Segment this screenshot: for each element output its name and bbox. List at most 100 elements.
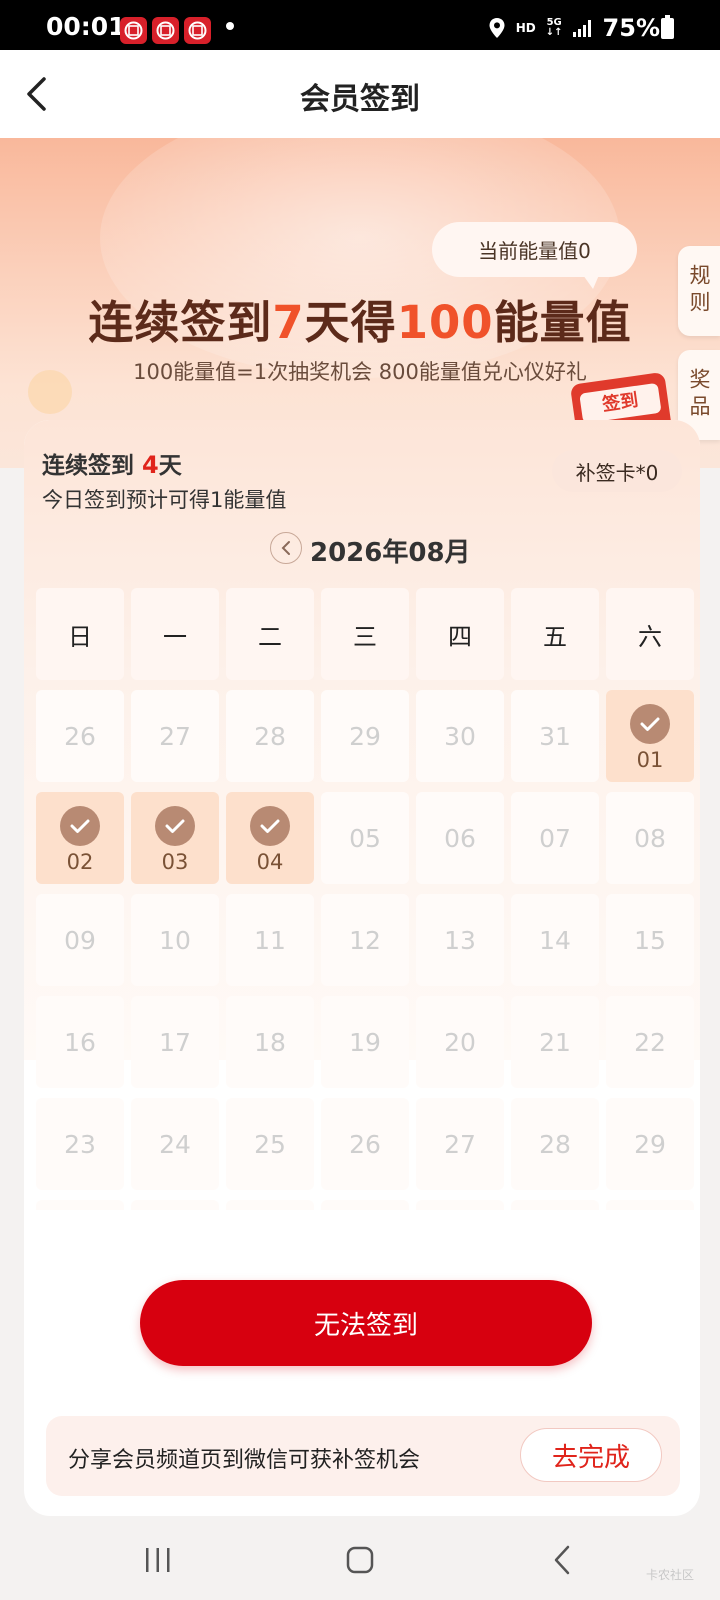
go-complete-button[interactable]: 去完成 <box>520 1428 662 1482</box>
day-number: 12 <box>349 925 381 955</box>
home-button[interactable] <box>330 1540 390 1580</box>
calendar-day[interactable]: 15 <box>606 894 694 986</box>
calendar-day-checked[interactable]: 03 <box>131 792 219 884</box>
calendar-day-checked[interactable]: 01 <box>606 690 694 782</box>
day-number: 11 <box>254 925 286 955</box>
weekday-header: 五 <box>511 588 599 680</box>
watermark: 卡农社区 <box>645 1568 694 1582</box>
calendar-day[interactable]: 07 <box>511 792 599 884</box>
signin-button[interactable]: 无法签到 <box>140 1280 592 1366</box>
day-number: 26 <box>349 1129 381 1159</box>
day-number: 25 <box>254 1129 286 1159</box>
calendar-day[interactable]: 29 <box>321 690 409 782</box>
day-number: 28 <box>539 1129 571 1159</box>
calendar-day[interactable]: 10 <box>131 894 219 986</box>
calendar-day[interactable]: 31 <box>511 690 599 782</box>
task-description: 分享会员频道页到微信可获补签机会 <box>68 1448 421 1473</box>
notification-icons <box>120 17 211 44</box>
calendar-day[interactable]: 17 <box>131 996 219 1088</box>
rules-tab[interactable]: 规则 <box>678 246 720 336</box>
back-icon <box>554 1545 570 1575</box>
calendar-day[interactable]: 28 <box>226 690 314 782</box>
day-number: 04 <box>256 850 284 874</box>
calendar: 日一二三四五六 26 27 28 29 30 31 01 02 03 04 05 06 07 08 09 10 1… <box>24 588 700 1238</box>
share-task: 分享会员频道页到微信可获补签机会 去完成 <box>46 1416 680 1496</box>
day-number: 07 <box>539 823 571 853</box>
calendar-day[interactable]: 25 <box>226 1098 314 1190</box>
calendar-day[interactable]: 06 <box>416 792 504 884</box>
day-number: 02 <box>66 850 94 874</box>
calendar-day[interactable]: 08 <box>606 792 694 884</box>
calendar-day[interactable]: 23 <box>36 1098 124 1190</box>
day-number: 15 <box>634 925 666 955</box>
battery-percent: 75% <box>602 14 660 42</box>
calendar-day[interactable]: 28 <box>511 1098 599 1190</box>
recent-apps-button[interactable] <box>128 1540 188 1580</box>
calendar-day[interactable]: 22 <box>606 996 694 1088</box>
calendar-day[interactable]: 27 <box>416 1098 504 1190</box>
calendar-day[interactable]: 09 <box>36 894 124 986</box>
home-icon <box>346 1546 374 1574</box>
location-icon <box>489 18 505 38</box>
chevron-left-icon <box>281 541 290 555</box>
makeup-card-count[interactable]: 补签卡*0 <box>552 450 682 492</box>
day-number: 13 <box>444 925 476 955</box>
day-number: 10 <box>159 925 191 955</box>
weekday-header: 一 <box>131 588 219 680</box>
day-number: 26 <box>64 721 96 751</box>
calendar-day[interactable]: 26 <box>321 1098 409 1190</box>
signin-card: 连续签到 4天 今日签到预计可得1能量值 补签卡*0 2026年08月 日一二三… <box>24 420 700 1516</box>
calendar-day[interactable]: 18 <box>226 996 314 1088</box>
weekday-header: 四 <box>416 588 504 680</box>
prev-month-button[interactable] <box>270 532 302 564</box>
day-number: 23 <box>64 1129 96 1159</box>
promo-banner: 当前能量值0 连续签到7天得100能量值 100能量值=1次抽奖机会 800能量… <box>0 138 720 468</box>
system-nav-bar <box>0 1520 720 1600</box>
status-bar: 00:01 HD 5G ↓↑ 75% <box>0 0 720 50</box>
day-number: 14 <box>539 925 571 955</box>
day-number: 27 <box>444 1129 476 1159</box>
calendar-day[interactable]: 11 <box>226 894 314 986</box>
calendar-day[interactable]: 26 <box>36 690 124 782</box>
day-number: 30 <box>444 721 476 751</box>
calendar-day[interactable]: 21 <box>511 996 599 1088</box>
calendar-day[interactable]: 16 <box>36 996 124 1088</box>
calendar-day-checked[interactable]: 02 <box>36 792 124 884</box>
hd-indicator: HD <box>515 21 536 35</box>
page-title: 会员签到 <box>300 82 420 117</box>
day-number: 09 <box>64 925 96 955</box>
calendar-day[interactable]: 13 <box>416 894 504 986</box>
check-icon <box>60 806 100 846</box>
today-reward-tip: 今日签到预计可得1能量值 <box>42 488 287 512</box>
signal-icon <box>572 20 591 37</box>
calendar-day[interactable]: 20 <box>416 996 504 1088</box>
bank-app-icon <box>152 17 179 44</box>
calendar-day[interactable]: 27 <box>131 690 219 782</box>
day-number: 05 <box>349 823 381 853</box>
banner-headline: 连续签到7天得100能量值 <box>88 296 632 349</box>
bank-app-icon <box>184 17 211 44</box>
calendar-day[interactable]: 19 <box>321 996 409 1088</box>
streak-text: 连续签到 4天 <box>42 451 182 479</box>
day-number: 18 <box>254 1027 286 1057</box>
day-number: 21 <box>539 1027 571 1057</box>
day-number: 19 <box>349 1027 381 1057</box>
weekday-header: 三 <box>321 588 409 680</box>
day-number: 29 <box>634 1129 666 1159</box>
calendar-day[interactable]: 05 <box>321 792 409 884</box>
calendar-day[interactable]: 30 <box>416 690 504 782</box>
calendar-day[interactable]: 14 <box>511 894 599 986</box>
day-number: 31 <box>539 721 571 751</box>
calendar-day[interactable]: 12 <box>321 894 409 986</box>
calendar-day[interactable]: 29 <box>606 1098 694 1190</box>
back-nav-button[interactable] <box>532 1540 592 1580</box>
calendar-day[interactable]: 24 <box>131 1098 219 1190</box>
calendar-day-checked[interactable]: 04 <box>226 792 314 884</box>
day-number: 01 <box>636 748 664 772</box>
recent-apps-icon <box>146 1548 170 1572</box>
notification-dot <box>226 22 234 30</box>
bank-app-icon <box>120 17 147 44</box>
5g-indicator: 5G ↓↑ <box>545 17 563 38</box>
day-number: 27 <box>159 721 191 751</box>
battery-icon <box>661 15 674 39</box>
